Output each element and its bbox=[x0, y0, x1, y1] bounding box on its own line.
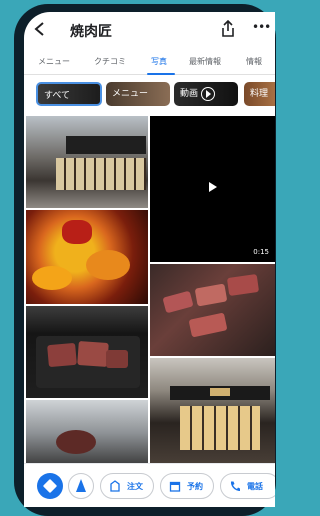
photo-dish[interactable] bbox=[26, 400, 148, 466]
dish bbox=[56, 430, 96, 454]
food-item bbox=[62, 220, 92, 244]
call-label: 電話 bbox=[247, 482, 263, 491]
phone-icon bbox=[230, 481, 240, 491]
storefront-window bbox=[56, 158, 146, 190]
play-circle-icon bbox=[201, 86, 216, 101]
photo-sliced-beef[interactable] bbox=[26, 306, 148, 398]
tab-photos[interactable]: 写真 bbox=[151, 56, 167, 67]
action-bar: 注文 予約 電話 bbox=[24, 463, 275, 507]
directions-icon bbox=[42, 478, 58, 494]
reserve-button[interactable]: 予約 bbox=[160, 473, 214, 499]
chip-all[interactable]: すべて bbox=[36, 82, 102, 106]
meat-slice bbox=[226, 274, 260, 296]
meat-slice bbox=[106, 350, 128, 368]
chip-food[interactable]: 料理 bbox=[244, 82, 275, 106]
call-button[interactable]: 電話 bbox=[220, 473, 275, 499]
photo-storefront[interactable] bbox=[26, 116, 148, 208]
reserve-label: 予約 bbox=[187, 482, 203, 491]
chip-video[interactable]: 動画 bbox=[174, 82, 238, 106]
chip-menu[interactable]: メニュー bbox=[106, 82, 170, 106]
photo-grid: 0:15 bbox=[24, 116, 275, 466]
order-label: 注文 bbox=[127, 482, 143, 491]
back-arrow-icon[interactable] bbox=[32, 21, 48, 37]
photo-restaurant-entrance[interactable] bbox=[150, 358, 275, 466]
storefront-sign bbox=[66, 136, 146, 154]
food-item bbox=[32, 266, 72, 290]
directions-button[interactable] bbox=[37, 473, 63, 499]
chip-food-label: 料理 bbox=[250, 89, 269, 99]
navigation-arrow-icon bbox=[76, 479, 86, 492]
order-button[interactable]: 注文 bbox=[100, 473, 154, 499]
meat-slice bbox=[162, 290, 194, 314]
entrance-door bbox=[180, 406, 260, 450]
meat-slice bbox=[77, 340, 109, 368]
tab-bar: メニュー クチコミ 写真 最新情報 情報 bbox=[24, 52, 275, 75]
awning-sign bbox=[210, 388, 230, 396]
tab-updates[interactable]: 最新情報 bbox=[189, 56, 221, 67]
active-tab-indicator bbox=[147, 73, 175, 75]
more-options-icon[interactable]: ••• bbox=[252, 20, 271, 34]
play-icon bbox=[209, 182, 217, 192]
page-title: 焼肉匠 bbox=[70, 24, 112, 40]
photo-filter-chips: すべて メニュー 動画 料理 bbox=[24, 82, 275, 112]
header: 焼肉匠 ••• bbox=[24, 12, 275, 48]
meat-slice bbox=[47, 342, 77, 368]
tab-menu[interactable]: メニュー bbox=[38, 56, 70, 67]
meat-slice bbox=[188, 312, 228, 338]
food-item bbox=[86, 250, 130, 280]
video-duration: 0:15 bbox=[253, 248, 269, 256]
share-icon[interactable] bbox=[220, 20, 236, 38]
photo-sea-urchin[interactable] bbox=[26, 210, 148, 304]
tab-info[interactable]: 情報 bbox=[246, 56, 262, 67]
photo-beef-platter[interactable] bbox=[150, 264, 275, 356]
chip-menu-label: メニュー bbox=[112, 89, 149, 99]
video-thumbnail[interactable]: 0:15 bbox=[150, 116, 275, 262]
screen: 焼肉匠 ••• メニュー クチコミ 写真 最新情報 情報 すべて メニュー 動画… bbox=[24, 12, 275, 507]
chip-all-label: すべて bbox=[44, 91, 71, 101]
chip-video-label: 動画 bbox=[180, 89, 199, 99]
tab-reviews[interactable]: クチコミ bbox=[94, 56, 126, 67]
navigate-button[interactable] bbox=[68, 473, 94, 499]
bag-icon bbox=[110, 480, 120, 492]
meat-slice bbox=[194, 283, 228, 307]
calendar-icon bbox=[169, 481, 181, 492]
